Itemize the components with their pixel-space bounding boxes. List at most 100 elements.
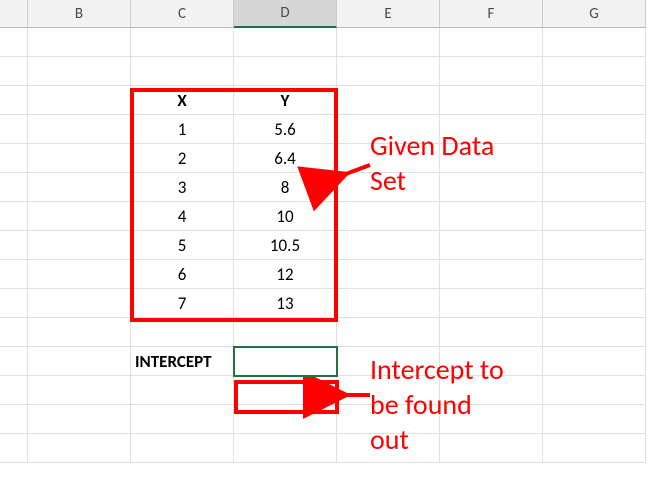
cell[interactable] [234, 434, 337, 463]
cell[interactable] [337, 86, 440, 115]
cell[interactable] [234, 376, 337, 405]
cell[interactable] [543, 434, 646, 463]
cell[interactable] [28, 318, 131, 347]
cell[interactable] [543, 86, 646, 115]
cell[interactable] [440, 115, 543, 144]
cell[interactable] [440, 260, 543, 289]
cell[interactable] [543, 173, 646, 202]
col-header-d[interactable]: D [234, 0, 337, 28]
cell[interactable] [28, 115, 131, 144]
cell[interactable] [337, 405, 440, 434]
cell[interactable] [440, 434, 543, 463]
cell[interactable] [337, 231, 440, 260]
cell[interactable] [440, 86, 543, 115]
cell[interactable] [543, 405, 646, 434]
y-cell[interactable]: 8 [234, 173, 337, 202]
cell[interactable] [543, 144, 646, 173]
y-cell[interactable]: 12 [234, 260, 337, 289]
cell[interactable] [337, 260, 440, 289]
col-header-f[interactable]: F [440, 0, 543, 28]
intercept-label[interactable]: INTERCEPT [131, 347, 234, 376]
cell[interactable] [28, 28, 131, 57]
cell[interactable] [543, 57, 646, 86]
cell[interactable] [440, 231, 543, 260]
cell[interactable] [337, 434, 440, 463]
cell[interactable] [440, 289, 543, 318]
cell[interactable] [543, 115, 646, 144]
cell[interactable] [131, 57, 234, 86]
y-cell[interactable]: 6.4 [234, 144, 337, 173]
cell[interactable] [131, 434, 234, 463]
cell[interactable] [337, 347, 440, 376]
y-cell[interactable]: 10 [234, 202, 337, 231]
cell[interactable] [543, 318, 646, 347]
x-cell[interactable]: 6 [131, 260, 234, 289]
row-spacer [0, 260, 28, 289]
cell[interactable] [131, 376, 234, 405]
cell[interactable] [440, 347, 543, 376]
x-cell[interactable]: 1 [131, 115, 234, 144]
cell[interactable] [337, 376, 440, 405]
cell[interactable] [543, 289, 646, 318]
cell[interactable] [543, 260, 646, 289]
x-cell[interactable]: 2 [131, 144, 234, 173]
cell[interactable] [131, 318, 234, 347]
cell[interactable] [440, 202, 543, 231]
cell[interactable] [543, 202, 646, 231]
spreadsheet-grid[interactable]: B C D E F G X Y 1 5.6 2 6.4 3 8 4 10 [0, 0, 660, 492]
cell[interactable] [337, 57, 440, 86]
cell[interactable] [234, 405, 337, 434]
cell[interactable] [28, 260, 131, 289]
cell[interactable] [440, 57, 543, 86]
select-all-corner[interactable] [0, 0, 28, 28]
cell[interactable] [337, 144, 440, 173]
cell[interactable] [28, 202, 131, 231]
y-cell[interactable]: 5.6 [234, 115, 337, 144]
cell[interactable] [28, 434, 131, 463]
row-spacer [0, 289, 28, 318]
cell[interactable] [234, 318, 337, 347]
x-cell[interactable]: 5 [131, 231, 234, 260]
cell[interactable] [543, 28, 646, 57]
col-header-c[interactable]: C [131, 0, 234, 28]
cell[interactable] [543, 347, 646, 376]
cell[interactable] [28, 231, 131, 260]
x-cell[interactable]: 4 [131, 202, 234, 231]
header-x[interactable]: X [131, 86, 234, 115]
y-cell[interactable]: 10.5 [234, 231, 337, 260]
cell[interactable] [440, 173, 543, 202]
cell[interactable] [337, 115, 440, 144]
cell[interactable] [28, 347, 131, 376]
cell[interactable] [440, 405, 543, 434]
cell[interactable] [543, 231, 646, 260]
cell[interactable] [28, 289, 131, 318]
cell[interactable] [234, 57, 337, 86]
header-y[interactable]: Y [234, 86, 337, 115]
cell[interactable] [337, 202, 440, 231]
cell[interactable] [28, 405, 131, 434]
cell[interactable] [337, 289, 440, 318]
cell[interactable] [337, 318, 440, 347]
col-header-e[interactable]: E [337, 0, 440, 28]
y-cell[interactable]: 13 [234, 289, 337, 318]
cell[interactable] [543, 376, 646, 405]
x-cell[interactable]: 3 [131, 173, 234, 202]
cell[interactable] [337, 28, 440, 57]
cell[interactable] [28, 144, 131, 173]
cell[interactable] [440, 318, 543, 347]
cell[interactable] [234, 28, 337, 57]
cell[interactable] [28, 57, 131, 86]
intercept-result-cell[interactable] [234, 347, 337, 376]
cell[interactable] [440, 144, 543, 173]
cell[interactable] [337, 173, 440, 202]
cell[interactable] [440, 376, 543, 405]
col-header-g[interactable]: G [543, 0, 646, 28]
cell[interactable] [440, 28, 543, 57]
cell[interactable] [28, 86, 131, 115]
cell[interactable] [131, 405, 234, 434]
x-cell[interactable]: 7 [131, 289, 234, 318]
col-header-b[interactable]: B [28, 0, 131, 28]
cell[interactable] [28, 376, 131, 405]
cell[interactable] [131, 28, 234, 57]
cell[interactable] [28, 173, 131, 202]
